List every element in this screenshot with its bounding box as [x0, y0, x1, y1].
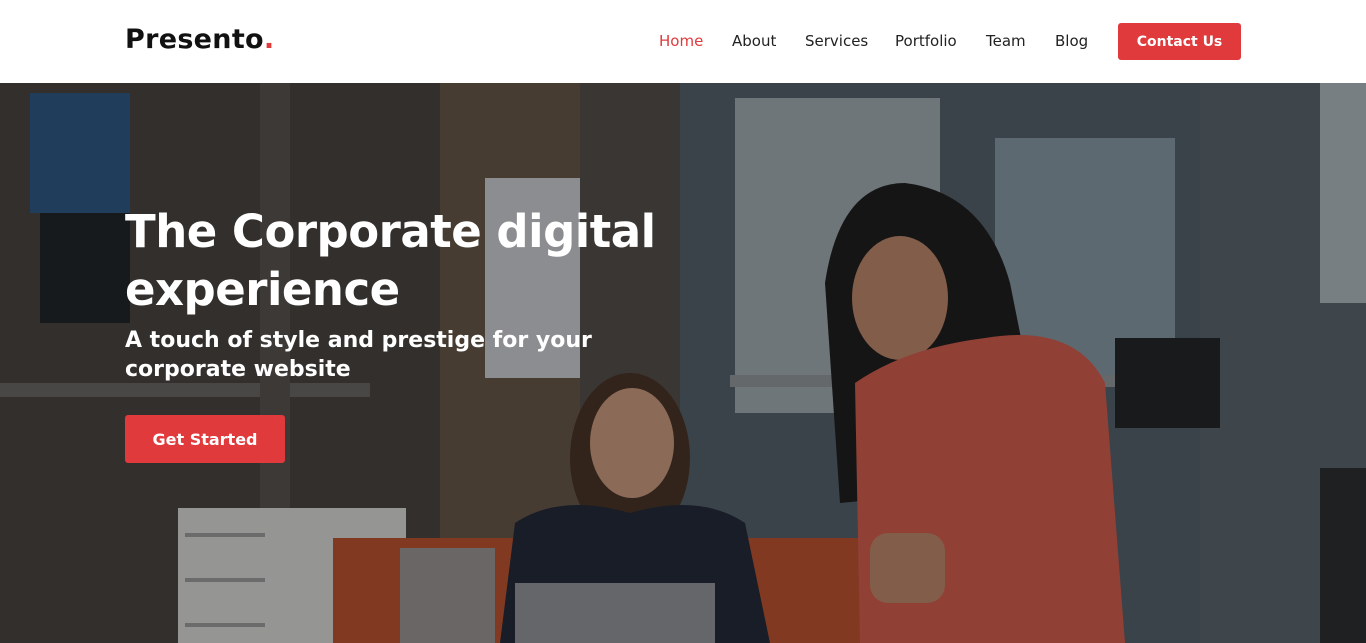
hero-subtitle: A touch of style and prestige for your c… [125, 328, 592, 382]
get-started-button[interactable]: Get Started [125, 415, 285, 463]
logo[interactable]: Presento. [125, 23, 274, 57]
nav-services[interactable]: Services [805, 31, 868, 51]
logo-text: Presento [125, 24, 264, 55]
contact-us-button[interactable]: Contact Us [1118, 23, 1241, 60]
hero-section: The Corporate digital experience A touch… [0, 83, 1366, 643]
hero-title: The Corporate digital experience [125, 205, 656, 316]
site-header: Presento. Home About Services Portfolio … [0, 0, 1366, 83]
nav-team[interactable]: Team [986, 31, 1026, 51]
logo-dot: . [263, 24, 275, 55]
nav-blog[interactable]: Blog [1055, 31, 1088, 51]
nav-about[interactable]: About [732, 31, 776, 51]
nav-portfolio[interactable]: Portfolio [895, 31, 957, 51]
nav-home[interactable]: Home [659, 31, 703, 51]
